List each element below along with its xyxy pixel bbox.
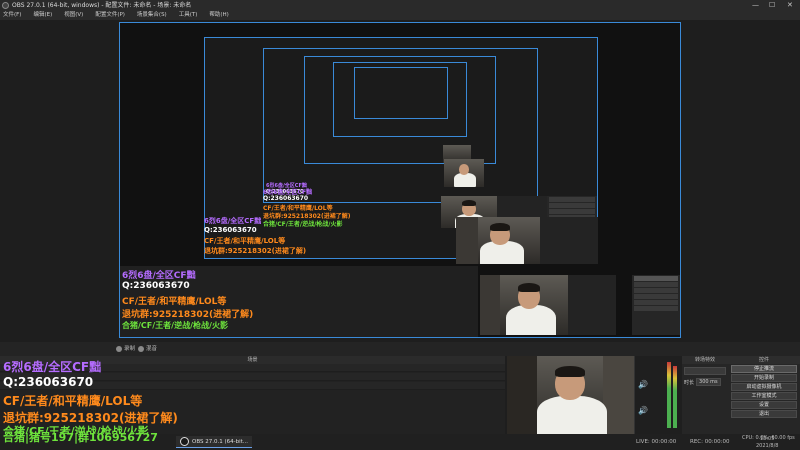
- transition-header: 转场特效: [682, 356, 728, 364]
- controls-panel: 控件 停止推流 开始录制 启动虚拟摄像机 工作室模式 设置 退出: [728, 356, 800, 434]
- nested1-overlay-line1: 6烈6盘/全区CF黜: [204, 217, 262, 225]
- menu-bar: 文件(F) 编辑(E) 视图(V) 配置文件(P) 场景集合(S) 工具(T) …: [0, 11, 800, 20]
- studio-mode-button[interactable]: 工作室模式: [731, 392, 797, 400]
- nested-preview-2: 6烈6盘/全区CF黜 Q:236063670: [263, 48, 538, 203]
- status-overlay-line6: 合猪|猪号197|群106956727: [3, 431, 158, 444]
- record-dot-icon: [116, 346, 122, 352]
- start-recording-button[interactable]: 开始录制: [731, 374, 797, 382]
- maximize-button[interactable]: ☐: [769, 0, 775, 11]
- preview-overlay-line4: 退坑群:925218302(进裙了解): [122, 310, 254, 320]
- menu-file[interactable]: 文件(F): [3, 11, 21, 20]
- duration-label: 时长: [684, 379, 695, 386]
- dock-overlay-line3: CF/王者/和平精鹰/LOL等: [3, 394, 143, 408]
- start-virtual-camera-button[interactable]: 启动虚拟摄像机: [731, 383, 797, 391]
- nested2-overlay-line5: 合猪/CF/王者/逆战/枪战/火影: [263, 221, 343, 228]
- menu-help[interactable]: 帮助(H): [209, 11, 228, 20]
- controls-header: 控件: [728, 356, 800, 364]
- preview-overlay-line1: 6烈6盘/全区CF黜: [122, 271, 196, 281]
- dock-overlay-line2: Q:236063670: [3, 375, 94, 389]
- mixer-dot-icon: [138, 346, 144, 352]
- minimize-button[interactable]: —: [752, 0, 759, 11]
- mixer-toggle-label: 混音: [146, 346, 158, 352]
- speaker-icon[interactable]: 🔊: [638, 380, 648, 389]
- nested2-overlay-line2: Q:236063670: [263, 195, 309, 202]
- taskbar-obs-item[interactable]: OBS 27.0.1 (64-bit...: [176, 436, 253, 448]
- menu-tools[interactable]: 工具(T): [179, 11, 198, 20]
- title-bar: OBS 27.0.1 (64-bit, windows) - 配置文件: 未命名…: [0, 0, 800, 11]
- transition-panel: 转场特效 时长 300 ms: [682, 356, 728, 434]
- preview-mixer-1: [540, 217, 598, 264]
- menu-edit[interactable]: 编辑(E): [33, 11, 52, 20]
- status-bar: 合猪|猪号197|群106956727 OBS 27.0.1 (64-bit..…: [0, 431, 800, 450]
- speaker-icon[interactable]: 🔊: [638, 406, 648, 415]
- exit-button[interactable]: 退出: [731, 410, 797, 418]
- nested-preview-5: [354, 67, 448, 119]
- preview-cam-1: [456, 217, 540, 264]
- preview-overlay-line3: CF/王者/和平精鹰/LOL等: [122, 297, 227, 307]
- audio-meter: [673, 366, 677, 428]
- duration-input[interactable]: 300 ms: [696, 378, 721, 386]
- webcam-source: [507, 356, 634, 434]
- live-timer: LIVE: 00:00:00: [636, 439, 677, 445]
- dock-overlay-line1: 6烈6盘/全区CF黜: [3, 360, 102, 374]
- audio-mixer-panel: 🔊 🔊: [634, 356, 682, 434]
- record-toggle-label: 录制: [124, 346, 136, 352]
- preview-canvas-area: 6烈6盘/全区CF黜 Q:236063670 6烈6盘/全区CF黜 Q:2360…: [0, 20, 800, 342]
- preview-mixer-main: [568, 275, 616, 335]
- mixer-toggle[interactable]: 混音: [138, 342, 157, 356]
- preview-controls-bar: 录制 混音: [0, 342, 800, 356]
- stop-streaming-button[interactable]: 停止推流: [731, 365, 797, 373]
- obs-app-icon: [2, 2, 9, 9]
- nested-cam-3: [444, 159, 484, 187]
- obs-logo-icon: [180, 437, 189, 446]
- preview-controls-main: [632, 275, 680, 335]
- preview-overlay-line2: Q:236063670: [122, 281, 190, 291]
- transition-select[interactable]: [684, 367, 726, 375]
- record-toggle[interactable]: 录制: [116, 342, 135, 356]
- window-title: OBS 27.0.1 (64-bit, windows) - 配置文件: 未命名…: [12, 2, 192, 9]
- settings-button[interactable]: 设置: [731, 401, 797, 409]
- menu-view[interactable]: 视图(V): [64, 11, 83, 20]
- taskbar-obs-label: OBS 27.0.1 (64-bit...: [192, 438, 249, 445]
- nested1-overlay-line3: CF/王者/和平精鹰/LOL等: [204, 237, 286, 245]
- rec-timer: REC: 00:00:00: [690, 439, 730, 445]
- preview-cam-main: [480, 275, 568, 335]
- preview-scenes-band: 6烈6盘/全区CF黜 Q:236063670 CF/王者/和平精鹰/LOL等 退…: [120, 266, 478, 337]
- preview-canvas[interactable]: 6烈6盘/全区CF黜 Q:236063670 6烈6盘/全区CF黜 Q:2360…: [119, 22, 681, 338]
- nested-preview-3: [304, 56, 496, 164]
- preview-overlay-line5: 合猪/CF/王者/逆战/枪战/火影: [122, 321, 228, 330]
- nested1-overlay-line2: Q:236063670: [204, 226, 257, 234]
- clock-date: 2021/8/8: [756, 443, 779, 449]
- bottom-dock: 场景 6烈6盘/全区CF黜 Q:236063670 CF/王者/和平精鹰/LOL…: [0, 356, 800, 438]
- nested-preview-4: [333, 62, 467, 137]
- menu-profile[interactable]: 配置文件(P): [95, 11, 125, 20]
- scenes-panel: 场景 6烈6盘/全区CF黜 Q:236063670 CF/王者/和平精鹰/LOL…: [0, 356, 505, 438]
- close-button[interactable]: ✕: [787, 0, 793, 11]
- audio-meter: [667, 362, 671, 428]
- nested1-overlay-line4: 退坑群:925218302(进裙了解): [204, 247, 307, 255]
- menu-scene-collection[interactable]: 场景集合(S): [137, 11, 167, 20]
- duration-row: 时长 300 ms: [684, 378, 726, 386]
